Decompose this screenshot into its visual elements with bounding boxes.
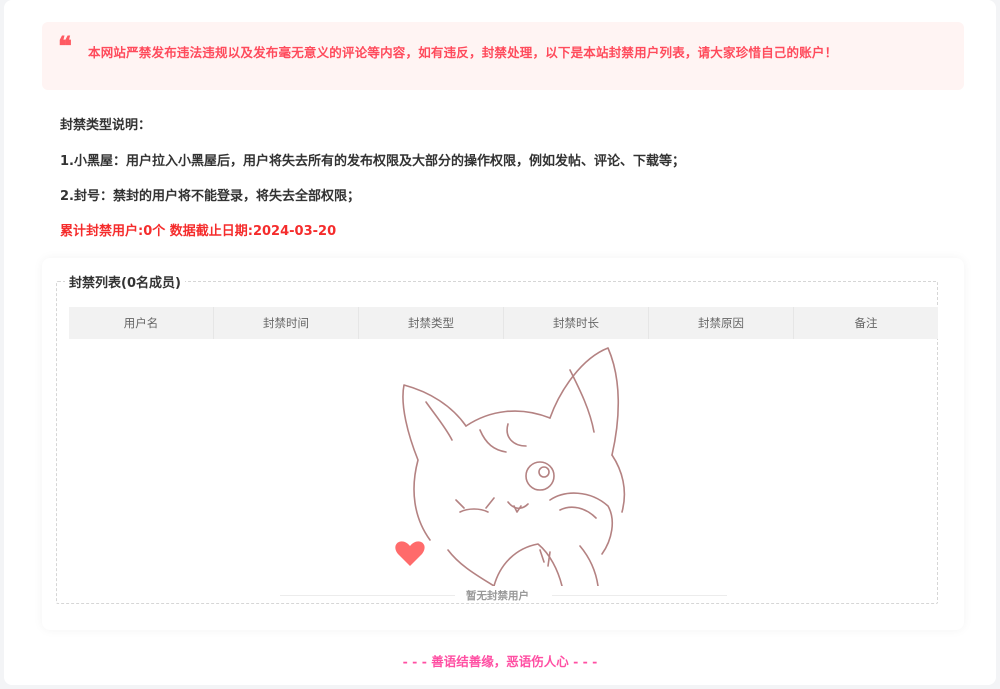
- ban-type-blackroom: 1.小黑屋：用户拉入小黑屋后，用户将失去所有的发布权限及大部分的操作权限，例如发…: [60, 154, 685, 169]
- ban-summary: 累计封禁用户:0个 数据截止日期:2024-03-20: [60, 224, 337, 239]
- footer-slogan: - - - 善语结善缘，恶语伤人心 - - -: [402, 654, 598, 669]
- column-header-ban-time[interactable]: 封禁时间: [214, 307, 359, 339]
- column-header-ban-reason[interactable]: 封禁原因: [649, 307, 794, 339]
- column-header-remark[interactable]: 备注: [794, 307, 938, 339]
- ban-list-title: 封禁列表(0名成员): [69, 276, 181, 291]
- empty-state-illustration: [395, 347, 626, 586]
- notice-banner: ❝ 本网站严禁发布违法违规以及发布毫无意义的评论等内容，如有违反，封禁处理，以下…: [42, 22, 964, 90]
- quote-icon: ❝: [58, 32, 72, 62]
- empty-divider-right: [552, 595, 727, 596]
- notice-text: 本网站严禁发布违法违规以及发布毫无意义的评论等内容，如有违反，封禁处理，以下是本…: [88, 45, 838, 60]
- ban-type-account: 2.封号：禁封的用户将不能登录，将失去全部权限；: [60, 189, 360, 204]
- column-header-username[interactable]: 用户名: [69, 307, 214, 339]
- empty-divider-left: [280, 595, 455, 596]
- ban-type-heading: 封禁类型说明：: [60, 118, 152, 133]
- column-header-ban-type[interactable]: 封禁类型: [359, 307, 504, 339]
- ban-table-header: 用户名 封禁时间 封禁类型 封禁时长 封禁原因 备注: [69, 307, 938, 339]
- empty-state-text: 暂无封禁用户: [466, 590, 529, 602]
- heart-icon: [395, 541, 425, 566]
- column-header-ban-duration[interactable]: 封禁时长: [504, 307, 649, 339]
